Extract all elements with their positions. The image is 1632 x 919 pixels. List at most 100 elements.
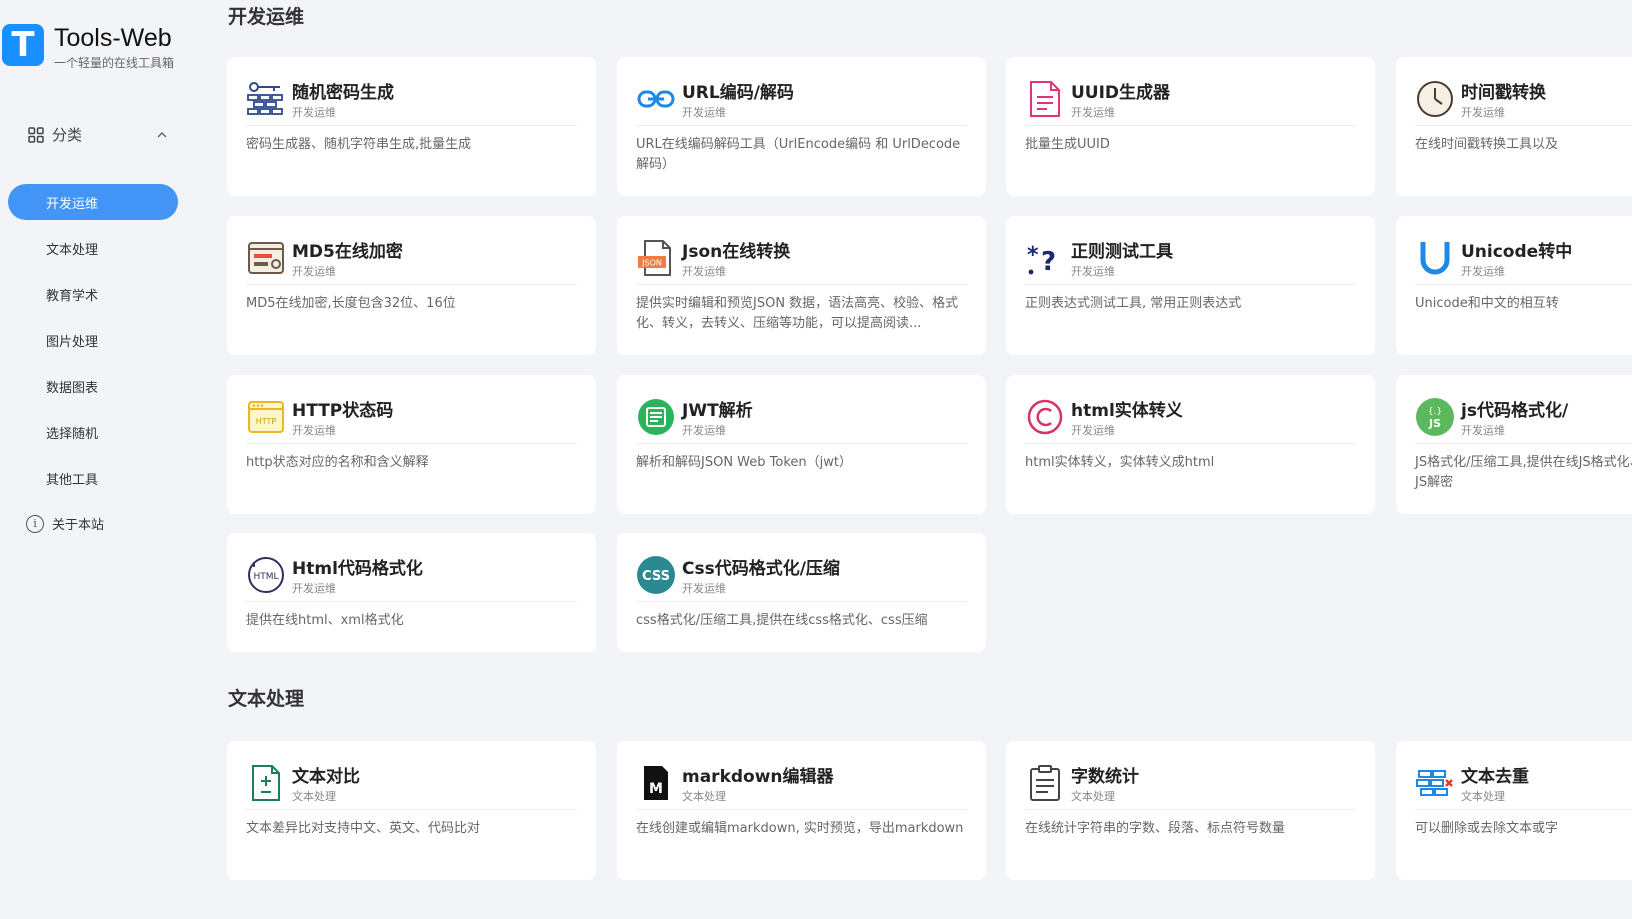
js-icon: {.} JS: [1416, 398, 1454, 436]
clipboard-icon: [1030, 765, 1060, 801]
sidebar-item-dev-ops[interactable]: 开发运维: [8, 184, 178, 220]
card-desc: css格式化/压缩工具,提供在线css格式化、css压缩: [636, 613, 928, 628]
card-tag: 开发运维: [292, 424, 336, 437]
sidebar-item-label: 教育学术: [46, 288, 99, 304]
sidebar-item-image[interactable]: 图片处理: [8, 322, 178, 358]
sidebar-item-charts[interactable]: 数据图表: [8, 368, 178, 404]
tool-card-uuid[interactable]: UUID生成器 开发运维 批量生成UUID: [1006, 57, 1375, 196]
tool-card-js-format[interactable]: {.} JS js代码格式化/ 开发运维 JS格式化/压缩工具,提供在线JS格式…: [1396, 375, 1632, 514]
card-title: JWT解析: [682, 401, 753, 421]
card-title: 随机密码生成: [292, 83, 394, 103]
sidebar-item-random[interactable]: 选择随机: [8, 414, 178, 450]
about-label: 关于本站: [52, 518, 105, 533]
tool-card-json[interactable]: JSON Json在线转换 开发运维 提供实时编辑和预览JSON 数据，语法高亮…: [617, 216, 986, 355]
md5-icon: [248, 242, 284, 274]
tool-card-wordcount[interactable]: 字数统计 文本处理 在线统计字符串的字数、段落、标点符号数量: [1006, 741, 1375, 880]
svg-text:JSON: JSON: [641, 259, 662, 268]
css-icon: CSS: [637, 556, 675, 594]
markdown-icon: M: [644, 766, 668, 800]
tool-card-dedupe[interactable]: 文本去重 文本处理 可以删除或去除文本或字: [1396, 741, 1632, 880]
sidebar-item-text[interactable]: 文本处理: [8, 230, 178, 266]
sidebar-item-label: 文本处理: [46, 242, 99, 258]
tool-card-jwt[interactable]: JWT解析 开发运维 解析和解码JSON Web Token（jwt）: [617, 375, 986, 514]
card-title: URL编码/解码: [682, 83, 794, 103]
tool-card-css-format[interactable]: CSS Css代码格式化/压缩 开发运维 css格式化/压缩工具,提供在线css…: [617, 533, 986, 652]
card-title: Unicode转中: [1461, 242, 1573, 262]
app-subtitle: 一个轻量的在线工具箱: [54, 56, 175, 70]
sidebar-item-label: 开发运维: [46, 196, 99, 212]
document-icon: [1030, 81, 1060, 117]
card-desc: http状态对应的名称和含义解释: [246, 455, 429, 470]
tool-card-url[interactable]: URL编码/解码 开发运维 URL在线编码解码工具（UrlEncode编码 和 …: [617, 57, 986, 196]
card-desc: Unicode和中文的相互转: [1415, 296, 1559, 311]
tool-card-password[interactable]: 随机密码生成 开发运维 密码生成器、随机字符串生成,批量生成: [227, 57, 596, 196]
card-desc: JS格式化/压缩工具,提供在线JS格式化、JS压缩、JS混淆、JS解密: [1415, 455, 1632, 490]
card-desc: 可以删除或去除文本或字: [1415, 821, 1559, 836]
tool-card-timestamp[interactable]: 时间戳转换 开发运维 在线时间戳转换工具以及: [1396, 57, 1632, 196]
svg-text:M: M: [649, 781, 663, 797]
sidebar-item-other[interactable]: 其他工具: [8, 460, 178, 496]
category-toggle[interactable]: 分类: [28, 124, 168, 145]
tool-card-diff[interactable]: 文本对比 文本处理 文本差异比对支持中文、英文、代码比对: [227, 741, 596, 880]
tool-card-unicode[interactable]: Unicode转中 开发运维 Unicode和中文的相互转: [1396, 216, 1632, 355]
diff-icon: [252, 765, 280, 801]
tool-card-html-entity[interactable]: html实体转义 开发运维 html实体转义，实体转义成html: [1006, 375, 1375, 514]
card-desc: 提供在线html、xml格式化: [246, 613, 404, 628]
card-tag: 文本处理: [292, 790, 336, 803]
tool-card-http[interactable]: HTTP HTTP状态码 开发运维 http状态对应的名称和含义解释: [227, 375, 596, 514]
card-title: 正则测试工具: [1071, 242, 1173, 262]
link-icon: [637, 90, 675, 108]
card-tag: 开发运维: [1461, 106, 1505, 119]
card-title: js代码格式化/: [1461, 401, 1569, 421]
category-label: 分类: [52, 126, 83, 144]
card-title: 文本对比: [292, 767, 360, 787]
svg-text:HTML: HTML: [253, 572, 278, 582]
card-desc: URL在线编码解码工具（UrlEncode编码 和 UrlDecode解码）: [636, 137, 961, 172]
sidebar-item-label: 数据图表: [46, 380, 99, 396]
right-column-clip: 时间戳转换 开发运维 在线时间戳转换工具以及 Unicode转中 开发运维 Un…: [1396, 0, 1632, 919]
password-icon: [247, 82, 283, 115]
card-tag: 开发运维: [1071, 265, 1115, 278]
card-desc: 提供实时编辑和预览JSON 数据，语法高亮、校验、格式化、转义，去转义、压缩等功…: [636, 296, 959, 331]
card-desc: 密码生成器、随机字符串生成,批量生成: [246, 137, 472, 152]
card-desc: 在线创建或编辑markdown, 实时预览，导出markdown: [636, 821, 964, 836]
card-title: Css代码格式化/压缩: [682, 559, 840, 579]
card-tag: 开发运维: [292, 106, 336, 119]
card-tag: 开发运维: [682, 265, 726, 278]
tool-card-html-format[interactable]: HTML Html代码格式化 开发运维 提供在线html、xml格式化: [227, 533, 596, 652]
card-tag: 开发运维: [1071, 106, 1115, 119]
sidebar-item-education[interactable]: 教育学术: [8, 276, 178, 312]
svg-text:?: ?: [1041, 247, 1056, 277]
card-desc: html实体转义，实体转义成html: [1025, 455, 1215, 470]
card-tag: 开发运维: [682, 424, 726, 437]
card-tag: 开发运维: [682, 106, 726, 119]
clock-icon: [1417, 81, 1453, 117]
svg-text:HTTP: HTTP: [256, 417, 277, 426]
http-icon: HTTP: [248, 401, 284, 433]
card-desc: 在线时间戳转换工具以及: [1415, 137, 1559, 152]
card-title: Json在线转换: [682, 242, 791, 262]
svg-text:*: *: [1027, 243, 1039, 268]
grid-icon: [28, 126, 44, 143]
tool-card-regex[interactable]: * ? 正则测试工具 开发运维 正则表达式测试工具, 常用正则表达式: [1006, 216, 1375, 355]
card-title: HTTP状态码: [292, 401, 394, 421]
app-title: Tools-Web: [54, 24, 172, 52]
card-tag: 开发运维: [1071, 424, 1115, 437]
card-title: Html代码格式化: [292, 559, 423, 579]
tool-card-markdown[interactable]: M markdown编辑器 文本处理 在线创建或编辑markdown, 实时预览…: [617, 741, 986, 880]
unicode-icon: [1420, 242, 1450, 275]
sidebar: T Tools-Web 一个轻量的在线工具箱 分类 开发运维 文本处理 教育学术…: [0, 0, 200, 919]
card-tag: 开发运维: [292, 582, 336, 595]
svg-text:{.}: {.}: [1428, 407, 1442, 417]
sidebar-item-label: 选择随机: [46, 426, 99, 442]
card-desc: 文本差异比对支持中文、英文、代码比对: [246, 821, 481, 836]
tool-card-md5[interactable]: MD5在线加密 开发运维 MD5在线加密,长度包含32位、16位: [227, 216, 596, 355]
svg-text:CSS: CSS: [642, 569, 670, 584]
card-tag: 文本处理: [1461, 790, 1505, 803]
section-title-text: 文本处理: [228, 688, 305, 710]
logo[interactable]: T Tools-Web 一个轻量的在线工具箱: [0, 24, 174, 71]
card-title: MD5在线加密: [292, 242, 403, 262]
sidebar-item-about[interactable]: i 关于本站: [26, 514, 104, 533]
card-tag: 开发运维: [1461, 265, 1505, 278]
dedupe-icon: [1416, 770, 1453, 796]
